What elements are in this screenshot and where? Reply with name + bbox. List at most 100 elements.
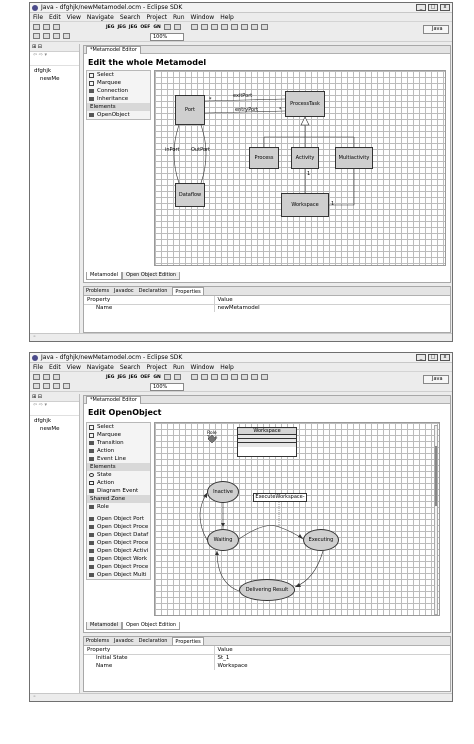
tab-problems[interactable]: Problems (86, 637, 109, 645)
menu-project[interactable]: Project (146, 364, 167, 371)
node-port[interactable]: Port (175, 95, 205, 125)
external-tools-icon[interactable] (210, 24, 218, 30)
menu-search[interactable]: Search (120, 364, 141, 371)
menu-view[interactable]: View (67, 14, 81, 21)
state-inactive[interactable]: Inactive (207, 481, 239, 503)
menu-file[interactable]: File (33, 14, 43, 21)
state-waiting[interactable]: Waiting (207, 529, 239, 551)
palette-open-object[interactable]: Open Object Proce (87, 563, 150, 571)
print-icon[interactable] (173, 24, 181, 30)
tab-properties[interactable]: Properties (172, 287, 204, 295)
palette-inheritance[interactable]: Inheritance (87, 95, 150, 103)
export-icon[interactable] (163, 24, 171, 30)
open-type-icon[interactable] (250, 24, 258, 30)
print-icon[interactable] (53, 374, 60, 380)
diagram-canvas[interactable]: Port ProcessTask Process Activity Multia… (154, 70, 446, 266)
menu-view[interactable]: View (67, 364, 81, 371)
node-dataflow[interactable]: Dataflow (175, 183, 205, 207)
package-explorer-tab[interactable]: ⊞ ⊟ (30, 394, 79, 402)
close-button[interactable]: x (440, 354, 450, 361)
table-row[interactable]: Name newMetamodel (84, 304, 450, 312)
node-processtask[interactable]: ProcessTask (285, 91, 325, 117)
tab-javadoc[interactable]: Javadoc (114, 287, 134, 295)
tab-metamodel[interactable]: Metamodel (86, 272, 122, 280)
menu-search[interactable]: Search (120, 14, 141, 21)
state-executing[interactable]: Executing (303, 529, 339, 551)
table-row[interactable]: Initial State St_1 (84, 654, 450, 662)
node-process[interactable]: Process (249, 147, 279, 169)
generator-button[interactable]: OEF (140, 25, 150, 30)
tab-metamodel[interactable]: Metamodel (86, 622, 122, 630)
palette-marquee[interactable]: Marquee (87, 431, 150, 439)
new-class-icon[interactable] (240, 24, 248, 30)
menu-run[interactable]: Run (173, 14, 185, 21)
palette-open-object[interactable]: Open Object Activi (87, 547, 150, 555)
redo-icon[interactable] (63, 33, 70, 39)
tree-item-project[interactable]: dfghjk (34, 68, 79, 76)
zoom-combo[interactable]: 100% (150, 383, 184, 391)
menu-window[interactable]: Window (191, 14, 215, 21)
search-icon[interactable] (260, 24, 268, 30)
undo-icon[interactable] (53, 33, 60, 39)
palette-event-line[interactable]: Event Line (87, 455, 150, 463)
maximize-button[interactable]: □ (428, 354, 438, 361)
palette-open-object[interactable]: Open Object Dataf (87, 531, 150, 539)
new-icon[interactable] (33, 24, 40, 30)
minimize-button[interactable]: _ (416, 354, 426, 361)
external-tools-icon[interactable] (210, 374, 218, 380)
minimize-button[interactable]: _ (416, 4, 426, 11)
palette-action[interactable]: Action (87, 447, 150, 455)
menu-edit[interactable]: Edit (49, 14, 61, 21)
palette-transition[interactable]: Transition (87, 439, 150, 447)
tree-item-file[interactable]: newMe (34, 76, 79, 84)
tab-metamodel-editor[interactable]: *Metamodel Editor (86, 396, 141, 404)
undo-icon[interactable] (53, 383, 60, 389)
menu-help[interactable]: Help (220, 14, 234, 21)
menu-project[interactable]: Project (146, 14, 167, 21)
perspective-java[interactable]: Java (423, 375, 449, 384)
print-icon[interactable] (53, 24, 60, 30)
navigation-arrows[interactable]: ⇦ ⇨ ▾ (30, 52, 79, 66)
maximize-button[interactable]: □ (428, 4, 438, 11)
palette-action-element[interactable]: Action (87, 479, 150, 487)
search-icon[interactable] (260, 374, 268, 380)
generator-button[interactable]: JEG (106, 25, 114, 30)
forward-icon[interactable] (43, 33, 50, 39)
back-icon[interactable] (33, 33, 40, 39)
debug-icon[interactable] (190, 374, 198, 380)
action-execute-workspace[interactable]: ExecuteWorkspace- (253, 493, 307, 502)
menu-edit[interactable]: Edit (49, 364, 61, 371)
new-java-project-icon[interactable] (220, 374, 228, 380)
palette-marquee[interactable]: Marquee (87, 79, 150, 87)
palette-open-object[interactable]: Open Object Proce (87, 523, 150, 531)
palette-select[interactable]: Select (87, 423, 150, 431)
new-package-icon[interactable] (230, 374, 238, 380)
menu-run[interactable]: Run (173, 364, 185, 371)
palette-elements-drawer[interactable]: Elements (87, 103, 150, 111)
node-multiactivity[interactable]: Multiactivity (335, 147, 373, 169)
generator-button[interactable]: JEG (129, 25, 137, 30)
new-java-project-icon[interactable] (220, 24, 228, 30)
menu-navigate[interactable]: Navigate (87, 14, 114, 21)
run-icon[interactable] (200, 374, 208, 380)
tab-properties[interactable]: Properties (172, 637, 204, 645)
palette-diagram-event[interactable]: Diagram Event (87, 487, 150, 495)
tree-item-file[interactable]: newMe (34, 426, 79, 434)
menu-window[interactable]: Window (191, 364, 215, 371)
palette-select[interactable]: Select (87, 71, 150, 79)
tab-declaration[interactable]: Declaration (139, 287, 168, 295)
workspace-frame[interactable]: Workspace (237, 427, 297, 457)
new-icon[interactable] (33, 374, 40, 380)
run-icon[interactable] (200, 24, 208, 30)
debug-icon[interactable] (190, 24, 198, 30)
redo-icon[interactable] (63, 383, 70, 389)
state-delivering-result[interactable]: Delivering Result (239, 579, 295, 601)
tab-javadoc[interactable]: Javadoc (114, 637, 134, 645)
open-type-icon[interactable] (250, 374, 258, 380)
save-icon[interactable] (43, 374, 50, 380)
generator-button[interactable]: OEF (140, 375, 150, 380)
zoom-combo[interactable]: 100% (150, 33, 184, 41)
generator-button[interactable]: JEG (117, 25, 125, 30)
new-class-icon[interactable] (240, 374, 248, 380)
generator-button[interactable]: JEG (129, 375, 137, 380)
